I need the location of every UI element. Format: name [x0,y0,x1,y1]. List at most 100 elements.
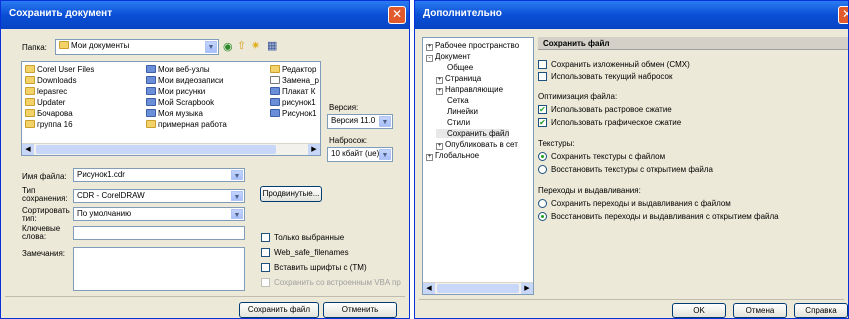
scroll-thumb[interactable] [36,145,276,154]
tree-item[interactable]: + Страница [436,74,481,84]
file-item[interactable]: Updater [25,98,65,107]
tree-item[interactable]: + Рабочее пространство [426,41,519,51]
file-item[interactable]: Мои рисунки [146,87,205,96]
raster-compression-checkbox[interactable]: ✔ [538,105,547,114]
folder-label: Папка: [22,43,47,52]
tree-item-label: Опубликовать в сет [445,140,518,149]
file-list[interactable]: Рисунок1 рисунок1 Плакат К Замена_р Редактор… [21,61,321,156]
special-folder-icon [146,76,156,84]
tree-item[interactable]: + Глобальное [426,151,479,161]
expand-icon[interactable]: + [426,154,433,161]
horizontal-scrollbar[interactable]: ◀ ▶ [22,143,320,155]
chevron-down-icon[interactable]: ▼ [231,170,243,180]
tex-restore-radio[interactable] [538,165,547,174]
scroll-left-icon[interactable]: ◀ [22,144,34,155]
file-name: Downloads [37,76,77,85]
blend-restore-radio[interactable] [538,212,547,221]
new-folder-icon[interactable]: ✷ [251,39,260,52]
keywords-input[interactable] [73,226,245,240]
thumbnail-select[interactable]: 10 кбайт (ue) ▼ [327,147,393,162]
blend-save-radio[interactable] [538,199,547,208]
tree-item[interactable]: + Направляющие [436,85,503,95]
embed-fonts-checkbox[interactable] [261,263,270,272]
notes-textarea[interactable] [73,247,245,291]
chevron-down-icon[interactable]: ▼ [379,149,391,160]
back-icon[interactable]: ◉ [223,40,233,53]
chevron-down-icon[interactable]: ▼ [231,209,243,219]
version-select[interactable]: Версия 11.0 ▼ [327,114,393,129]
scroll-right-icon[interactable]: ▶ [308,144,320,155]
advanced-button[interactable]: Продвинутые... [260,186,322,202]
options-tree[interactable]: + Рабочее пространство - Документ Общее + Стра… [422,37,534,295]
cancel-button[interactable]: Отмена [733,303,787,318]
sort-select[interactable]: По умолчанию ▼ [73,207,245,221]
file-item[interactable]: Моя музыка [146,109,203,118]
file-name: примерная работа [158,120,227,129]
scroll-right-icon[interactable]: ▶ [521,283,533,294]
scroll-left-icon[interactable]: ◀ [423,283,435,294]
version-value: Версия 11.0 [331,116,376,125]
tree-item[interactable]: Общее [436,63,473,72]
ok-button[interactable]: OK [672,303,726,318]
special-folder-icon [270,87,280,95]
optimization-label: Оптимизация файла: [538,92,618,101]
graphic-compression-checkbox[interactable]: ✔ [538,118,547,127]
up-folder-icon[interactable]: ⇧ [237,39,246,52]
tree-item-label: Сохранить файл [447,129,510,138]
collapse-icon[interactable]: - [426,55,433,62]
file-item[interactable]: Замена_р [270,76,319,85]
file-item[interactable]: Мои веб-узлы [146,65,210,74]
tree-item[interactable]: Сетка [436,96,469,105]
folder-select[interactable]: Мои документы ▼ [55,39,219,55]
save-cmx-label: Сохранить изложенный обмен (CMX) [551,60,690,69]
filename-input[interactable]: Рисунок1.cdr ▼ [73,168,245,182]
save-file-button[interactable]: Сохранить файл [239,302,319,318]
file-item[interactable]: Рисунок1 [270,109,317,118]
expand-icon[interactable]: + [426,44,433,51]
folder-icon [59,41,69,49]
only-selected-checkbox[interactable] [261,233,270,242]
file-item[interactable]: Мой Scrapbook [146,98,214,107]
tree-item[interactable]: Стили [436,118,470,127]
tree-item[interactable]: - Документ [426,52,471,62]
chevron-down-icon[interactable]: ▼ [379,116,391,127]
file-name: Updater [37,98,66,107]
chevron-down-icon[interactable]: ▼ [205,41,217,53]
tree-item[interactable]: Линейки [436,107,478,116]
file-item[interactable]: Плакат К [270,87,315,96]
close-icon[interactable]: ✕ [388,6,406,24]
tree-item-label: Линейки [447,107,479,116]
file-item[interactable]: Мои видеозаписи [146,76,223,85]
file-item[interactable]: Редактор [270,65,316,74]
expand-icon[interactable]: + [436,77,443,84]
tree-item[interactable]: + Опубликовать в сет [436,140,518,150]
file-item[interactable]: рисунок1 [270,98,316,107]
file-name: Мои видеозаписи [158,76,224,85]
file-name: Моя музыка [158,109,203,118]
file-item[interactable]: примерная работа [146,120,227,129]
file-type-select[interactable]: CDR - CorelDRAW ▼ [73,189,245,203]
file-item[interactable]: Corel User Files [25,65,94,74]
chevron-down-icon[interactable]: ▼ [231,191,243,201]
horizontal-scrollbar[interactable]: ◀ ▶ [423,282,533,294]
file-item[interactable]: группа 16 [25,120,73,129]
web-safe-checkbox[interactable] [261,248,270,257]
blend-save-label: Сохранить переходы и выдавливания с файл… [551,199,731,208]
close-icon[interactable]: ✕ [838,6,848,24]
use-thumbnail-checkbox[interactable] [538,72,547,81]
file-name: Рисунок1 [282,109,317,118]
expand-icon[interactable]: + [436,143,443,150]
tree-item[interactable]: Сохранить файл [436,129,510,138]
help-button[interactable]: Справка [794,303,848,318]
file-item[interactable]: Downloads [25,76,77,85]
file-item[interactable]: lepasrec [25,87,67,96]
expand-icon[interactable]: + [436,88,443,95]
file-item[interactable]: Бочарова [25,109,73,118]
scroll-thumb[interactable] [437,284,519,293]
tex-save-label: Сохранить текстуры с файлом [551,152,666,161]
view-menu-icon[interactable]: ▦ [267,39,277,52]
tex-save-radio[interactable] [538,152,547,161]
version-label: Версия: [329,103,359,112]
save-cmx-checkbox[interactable] [538,60,547,69]
cancel-button[interactable]: Отменить [323,302,397,318]
